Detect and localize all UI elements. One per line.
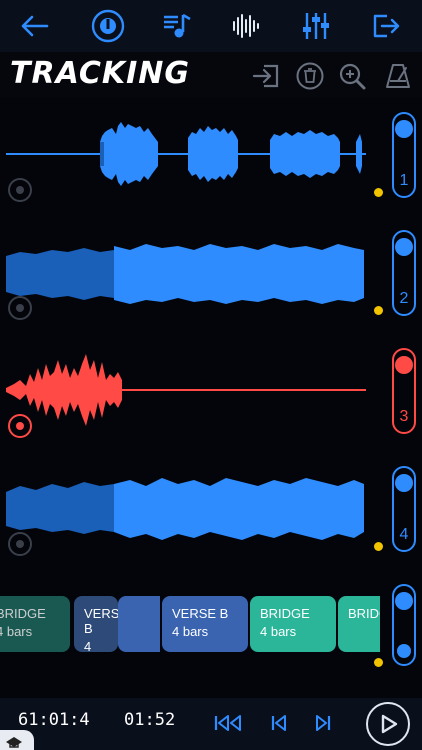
track-waveform bbox=[6, 244, 364, 304]
record-arm-button[interactable] bbox=[8, 178, 32, 202]
section-block[interactable]: VERSE B 4 bars bbox=[74, 596, 129, 654]
track-waveform bbox=[6, 478, 364, 540]
section-length: 4 bars bbox=[260, 624, 297, 639]
record-dot-icon bbox=[16, 186, 24, 194]
trash-icon[interactable] bbox=[294, 60, 326, 92]
back-arrow-icon[interactable] bbox=[14, 8, 54, 44]
top-nav-bar bbox=[0, 0, 422, 52]
record-arm-button[interactable] bbox=[8, 414, 32, 438]
track-waveform bbox=[6, 354, 366, 426]
track-lane[interactable] bbox=[0, 98, 380, 216]
app-badge-icon bbox=[0, 730, 34, 750]
arrangement-strip: BRIDGE 4 bars VERSE B 4 bars VERSE B 4 b… bbox=[0, 596, 380, 654]
track-volume-slider[interactable]: 4 bbox=[392, 466, 416, 552]
track-lane[interactable] bbox=[0, 452, 380, 570]
next-icon[interactable] bbox=[308, 708, 338, 738]
zoom-icon[interactable] bbox=[336, 60, 368, 92]
slider-knob[interactable] bbox=[395, 356, 413, 374]
rewind-to-start-icon[interactable] bbox=[214, 708, 244, 738]
activity-indicator bbox=[374, 188, 383, 197]
section-block[interactable]: BRIDGE 4 bars bbox=[250, 596, 336, 652]
track-volume-slider[interactable]: 2 bbox=[392, 230, 416, 316]
track-lane[interactable] bbox=[0, 216, 380, 334]
activity-indicator bbox=[374, 306, 383, 315]
activity-indicator bbox=[374, 542, 383, 551]
play-button[interactable] bbox=[366, 702, 410, 746]
transport-bar: 61:01:4 01:52 bbox=[0, 698, 422, 750]
record-arm-button[interactable] bbox=[8, 532, 32, 556]
record-arm-button[interactable] bbox=[8, 296, 32, 320]
section-name: BRIDGE bbox=[0, 606, 46, 621]
arrangement-slider[interactable] bbox=[392, 584, 416, 666]
slider-knob[interactable] bbox=[395, 592, 413, 610]
track-number: 2 bbox=[399, 290, 409, 307]
section-block[interactable]: BRIDGE bbox=[338, 596, 380, 652]
section-length: 4 bars bbox=[172, 624, 209, 639]
page-title: TRACKING bbox=[10, 56, 191, 91]
track-lane[interactable] bbox=[0, 334, 380, 452]
record-dot-icon bbox=[16, 422, 24, 430]
section-block-continued bbox=[118, 596, 160, 652]
music-notes-icon[interactable] bbox=[157, 8, 197, 44]
time-readout: 01:52 bbox=[124, 710, 176, 730]
track-number: 4 bbox=[399, 526, 409, 543]
track-volume-slider[interactable]: 3 bbox=[392, 348, 416, 434]
metronome-icon[interactable] bbox=[382, 60, 414, 92]
play-icon bbox=[381, 714, 398, 734]
position-readout: 61:01:4 bbox=[18, 710, 90, 730]
track-waveform bbox=[6, 122, 366, 186]
section-name: VERSE B bbox=[172, 606, 229, 621]
section-name: VERSE B bbox=[84, 606, 129, 636]
section-name: BRIDGE bbox=[348, 606, 380, 621]
previous-icon[interactable] bbox=[264, 708, 294, 738]
slider-knob[interactable] bbox=[395, 474, 413, 492]
track-number: 3 bbox=[399, 408, 409, 425]
section-length: 4 bars bbox=[84, 639, 92, 654]
slider-knob[interactable] bbox=[395, 238, 413, 256]
title-row: TRACKING bbox=[0, 52, 422, 98]
section-length: 4 bars bbox=[0, 624, 33, 639]
arrangement-marker-icon bbox=[397, 644, 411, 658]
slider-knob[interactable] bbox=[395, 120, 413, 138]
section-block[interactable]: BRIDGE 4 bars bbox=[0, 596, 70, 652]
track-number: 1 bbox=[399, 172, 409, 189]
mixer-sliders-icon[interactable] bbox=[296, 8, 336, 44]
section-block[interactable]: VERSE B 4 bars bbox=[162, 596, 248, 652]
record-dot-icon bbox=[16, 540, 24, 548]
track-volume-slider[interactable]: 1 bbox=[392, 112, 416, 198]
exit-icon[interactable] bbox=[366, 8, 406, 44]
section-name: BRIDGE bbox=[260, 606, 310, 621]
record-disc-icon[interactable] bbox=[88, 8, 128, 44]
import-icon[interactable] bbox=[250, 60, 282, 92]
record-dot-icon bbox=[16, 304, 24, 312]
activity-indicator bbox=[374, 658, 383, 667]
waveform-icon[interactable] bbox=[226, 8, 266, 44]
